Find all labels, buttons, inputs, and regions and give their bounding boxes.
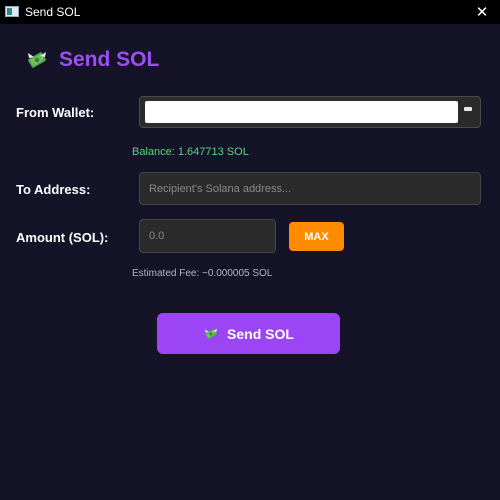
close-icon[interactable]: ✕ (464, 0, 500, 24)
send-sol-window: Send SOL ✕ Send SOL From Wallet: Balance… (0, 0, 500, 500)
to-address-label: To Address: (16, 182, 91, 197)
send-sol-button[interactable]: Send SOL (157, 313, 340, 354)
amount-label: Amount (SOL): (16, 230, 109, 245)
send-button-label: Send SOL (227, 325, 294, 342)
dropdown-icon[interactable] (464, 107, 472, 111)
page-title: Send SOL (59, 48, 160, 71)
page-heading: Send SOL (25, 44, 159, 76)
money-with-wings-icon (25, 48, 49, 72)
money-with-wings-icon (203, 326, 219, 342)
amount-input[interactable] (139, 219, 276, 253)
max-button[interactable]: MAX (289, 222, 344, 251)
to-address-input[interactable] (139, 172, 481, 205)
from-wallet-select[interactable] (139, 96, 481, 128)
app-window-icon (5, 5, 19, 18)
estimated-fee: Estimated Fee: ~0.000005 SOL (132, 268, 273, 279)
from-wallet-value (145, 101, 458, 123)
window-title: Send SOL (25, 5, 81, 19)
title-bar: Send SOL ✕ (0, 0, 500, 24)
from-wallet-label: From Wallet: (16, 105, 95, 120)
wallet-balance: Balance: 1.647713 SOL (132, 146, 249, 158)
